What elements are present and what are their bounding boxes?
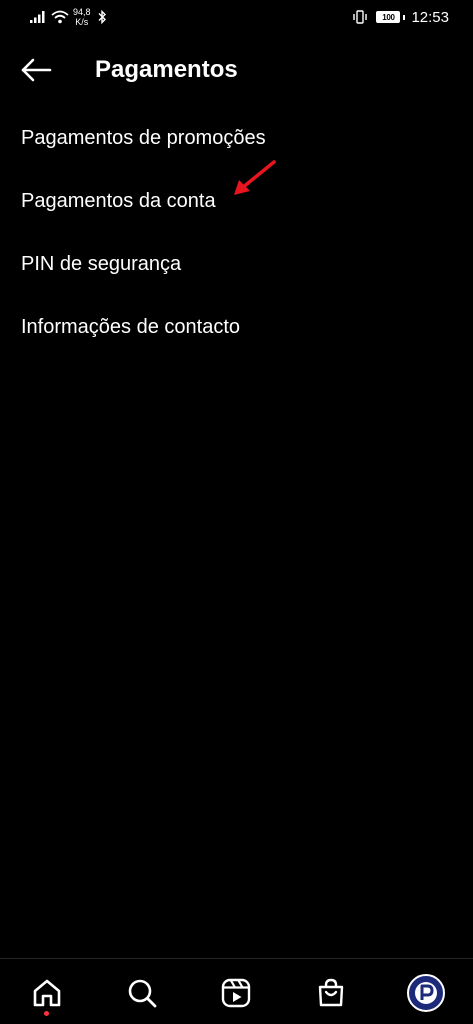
- payments-menu: Pagamentos de promoções Pagamentos da co…: [0, 107, 473, 359]
- network-speed: 94,8 K/s: [73, 7, 91, 27]
- nav-home[interactable]: [27, 973, 67, 1013]
- profile-avatar: [407, 974, 445, 1012]
- menu-item-label: PIN de segurança: [21, 253, 182, 275]
- menu-item-label: Pagamentos de promoções: [21, 127, 266, 149]
- status-time: 12:53: [411, 8, 449, 26]
- battery-level: 100: [382, 12, 395, 22]
- nav-shop[interactable]: [311, 973, 351, 1013]
- status-bar-right: 100 12:53: [352, 6, 449, 28]
- header: Pagamentos: [0, 40, 473, 100]
- page-title: Pagamentos: [95, 56, 238, 83]
- home-icon: [33, 979, 61, 1007]
- status-bar: 94,8 K/s 100 12:53: [0, 0, 473, 34]
- network-speed-value: 94,8: [73, 7, 91, 17]
- menu-item-label: Informações de contacto: [21, 316, 241, 338]
- bluetooth-icon: [98, 10, 106, 24]
- nav-reels[interactable]: [216, 973, 256, 1013]
- menu-item-security-pin[interactable]: PIN de segurança: [0, 233, 473, 296]
- reels-icon: [221, 978, 251, 1008]
- nav-profile[interactable]: [406, 973, 446, 1013]
- status-bar-left: 94,8 K/s: [30, 6, 107, 28]
- home-notification-dot: [44, 1011, 49, 1016]
- annotation-arrow-icon: [234, 160, 276, 195]
- signal-icon: [30, 11, 45, 23]
- bottom-nav: [0, 958, 473, 1024]
- battery-tip: [403, 14, 406, 20]
- shop-icon: [318, 978, 344, 1007]
- network-speed-unit: K/s: [75, 17, 89, 27]
- profile-logo-icon: [415, 982, 437, 1004]
- wifi-icon: [51, 10, 69, 24]
- nav-search[interactable]: [122, 973, 162, 1013]
- arrow-left-icon: [21, 58, 52, 82]
- vibrate-icon: [353, 10, 368, 24]
- battery-icon: 100: [376, 11, 401, 23]
- menu-item-contact-info[interactable]: Informações de contacto: [0, 296, 473, 359]
- search-icon: [128, 979, 157, 1008]
- menu-item-label: Pagamentos da conta: [21, 190, 216, 212]
- back-button[interactable]: [14, 50, 58, 90]
